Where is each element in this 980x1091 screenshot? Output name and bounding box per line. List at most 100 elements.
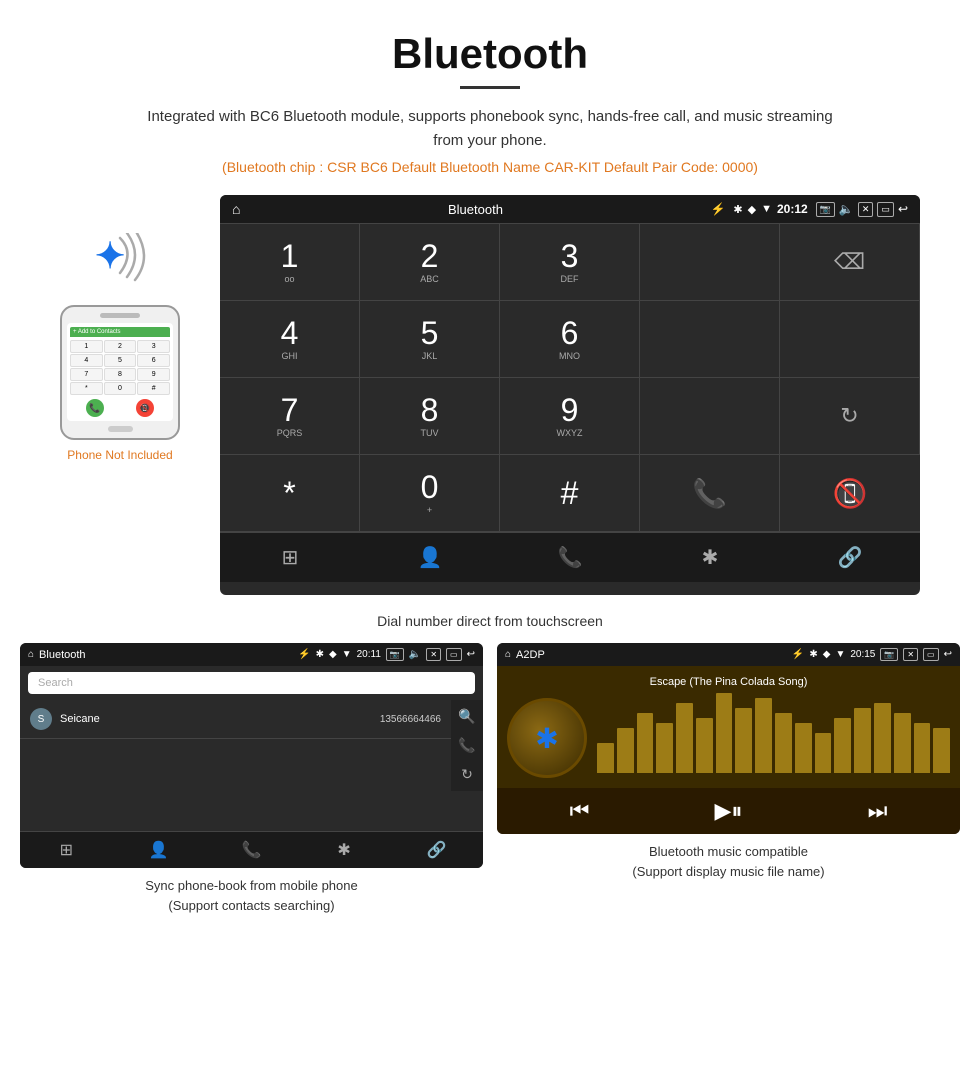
pb-right-actions: 🔍 📞 ↻ (451, 700, 483, 791)
music-playpause-button[interactable]: ▶⏸ (715, 798, 743, 824)
eq-bar (834, 718, 851, 773)
nav-grid-icon[interactable]: ⊞ (220, 533, 360, 582)
equalizer-visual (597, 703, 950, 773)
eq-bar (795, 723, 812, 773)
eq-bar (696, 718, 713, 773)
eq-bar (755, 698, 772, 773)
phone-key-7[interactable]: 7 (70, 368, 103, 381)
dial-backspace[interactable]: ⌫ (780, 224, 920, 301)
phone-end-button[interactable]: 📵 (136, 399, 154, 417)
dialpad-grid: 1 oo 2 ABC 3 DEF ⌫ 4 GHI 5 JKL (220, 223, 920, 532)
dial-key-3[interactable]: 3 DEF (500, 224, 640, 301)
pb-call-icon[interactable]: 📞 (458, 737, 475, 754)
close-icon[interactable]: ✕ (858, 202, 874, 217)
music-app-name: A2DP (516, 649, 787, 661)
music-win-icon[interactable]: ▭ (923, 648, 939, 661)
pb-back-icon[interactable]: ↩ (467, 649, 475, 660)
dial-empty-3 (780, 301, 920, 378)
dial-end-button[interactable]: 📵 (780, 455, 920, 532)
pb-search-icon[interactable]: 🔍 (458, 708, 475, 725)
nav-link-icon[interactable]: 🔗 (780, 533, 920, 582)
phone-screen: + Add to Contacts 1 2 3 4 5 6 7 8 9 * 0 … (67, 323, 173, 421)
phone-key-1[interactable]: 1 (70, 340, 103, 353)
title-divider (460, 86, 520, 89)
pb-refresh-icon[interactable]: ↻ (461, 766, 473, 783)
pb-win-icon[interactable]: ▭ (446, 648, 462, 661)
pb-bt-icon: ✱ (316, 649, 324, 660)
album-bt-icon: ✱ (535, 722, 558, 755)
phone-key-0[interactable]: 0 (104, 382, 137, 395)
pb-close-icon[interactable]: ✕ (426, 648, 441, 661)
page-title: Bluetooth (20, 30, 960, 78)
phone-key-3[interactable]: 3 (137, 340, 170, 353)
music-prev-button[interactable]: ⏮ (570, 798, 590, 824)
dial-refresh[interactable]: ↻ (780, 378, 920, 455)
music-bt-icon: ✱ (809, 649, 817, 660)
phone-key-4[interactable]: 4 (70, 354, 103, 367)
dial-key-star[interactable]: * (220, 455, 360, 532)
pb-contacts-list: S Seicane 13566664466 (20, 700, 451, 791)
dial-key-9[interactable]: 9 WXYZ (500, 378, 640, 455)
dial-key-2[interactable]: 2 ABC (360, 224, 500, 301)
dial-key-4[interactable]: 4 GHI (220, 301, 360, 378)
pb-vol-icon[interactable]: 🔈 (409, 649, 421, 660)
phone-key-9[interactable]: 9 (137, 368, 170, 381)
music-controls: ⏮ ▶⏸ ⏭ (497, 788, 960, 834)
window-icon[interactable]: ▭ (877, 202, 894, 217)
nav-bluetooth-icon[interactable]: ✱ (640, 533, 780, 582)
eq-bar (874, 703, 891, 773)
dial-key-1[interactable]: 1 oo (220, 224, 360, 301)
phone-key-5[interactable]: 5 (104, 354, 137, 367)
phone-key-6[interactable]: 6 (137, 354, 170, 367)
pb-camera-icon[interactable]: 📷 (386, 648, 404, 661)
pb-contact-row: S Seicane 13566664466 (20, 700, 451, 739)
dial-key-6[interactable]: 6 MNO (500, 301, 640, 378)
music-back-icon[interactable]: ↩ (944, 649, 952, 660)
dial-key-hash[interactable]: # (500, 455, 640, 532)
dialpad-caption: Dial number direct from touchscreen (0, 613, 980, 629)
dial-key-0[interactable]: 0 + (360, 455, 500, 532)
music-next-button[interactable]: ⏭ (868, 798, 888, 824)
eq-bar (775, 713, 792, 773)
phone-screen-label: + Add to Contacts (73, 329, 121, 335)
pb-nav-contacts[interactable]: 👤 (113, 832, 206, 868)
eq-bar (735, 708, 752, 773)
nav-phone-icon[interactable]: 📞 (500, 533, 640, 582)
phone-bottom-row: 📞 📵 (70, 399, 170, 417)
music-sig-icon: ▼ (835, 649, 845, 660)
location-icon: ◆ (748, 203, 756, 216)
pb-nav-bt[interactable]: ✱ (298, 832, 391, 868)
pb-spacer (20, 791, 483, 831)
title-section: Bluetooth Integrated with BC6 Bluetooth … (0, 0, 980, 185)
back-icon[interactable]: ↩ (898, 202, 908, 216)
volume-icon[interactable]: 🔈 (839, 202, 854, 216)
phone-key-8[interactable]: 8 (104, 368, 137, 381)
phone-key-hash[interactable]: # (137, 382, 170, 395)
pb-search-bar[interactable]: Search (28, 672, 475, 694)
dial-call-button[interactable]: 📞 (640, 455, 780, 532)
music-home-icon[interactable]: ⌂ (505, 649, 511, 660)
dial-key-5[interactable]: 5 JKL (360, 301, 500, 378)
phone-key-2[interactable]: 2 (104, 340, 137, 353)
music-time: 20:15 (850, 649, 875, 660)
bottom-screenshots: ⌂ Bluetooth ⚡ ✱ ◆ ▼ 20:11 📷 🔈 ✕ ▭ ↩ Sear… (0, 643, 980, 915)
pb-nav-link[interactable]: 🔗 (390, 832, 483, 868)
music-main-area: Escape (The Pina Colada Song) ✱ (497, 666, 960, 788)
pb-home-icon[interactable]: ⌂ (28, 649, 34, 660)
signal-arcs (115, 233, 155, 283)
phone-call-button[interactable]: 📞 (86, 399, 104, 417)
music-camera-icon[interactable]: 📷 (880, 648, 898, 661)
signal-arcs-svg (115, 233, 155, 283)
pb-nav-grid[interactable]: ⊞ (20, 832, 113, 868)
music-close-icon[interactable]: ✕ (903, 648, 918, 661)
dial-empty-1 (640, 224, 780, 301)
phone-key-star[interactable]: * (70, 382, 103, 395)
nav-contacts-icon[interactable]: 👤 (360, 533, 500, 582)
camera-icon[interactable]: 📷 (816, 202, 835, 217)
dial-key-8[interactable]: 8 TUV (360, 378, 500, 455)
home-icon[interactable]: ⌂ (232, 201, 240, 217)
phone-home-button[interactable] (108, 426, 133, 432)
pb-nav-phone[interactable]: 📞 (205, 832, 298, 868)
music-loc-icon: ◆ (823, 649, 831, 660)
dial-key-7[interactable]: 7 PQRS (220, 378, 360, 455)
